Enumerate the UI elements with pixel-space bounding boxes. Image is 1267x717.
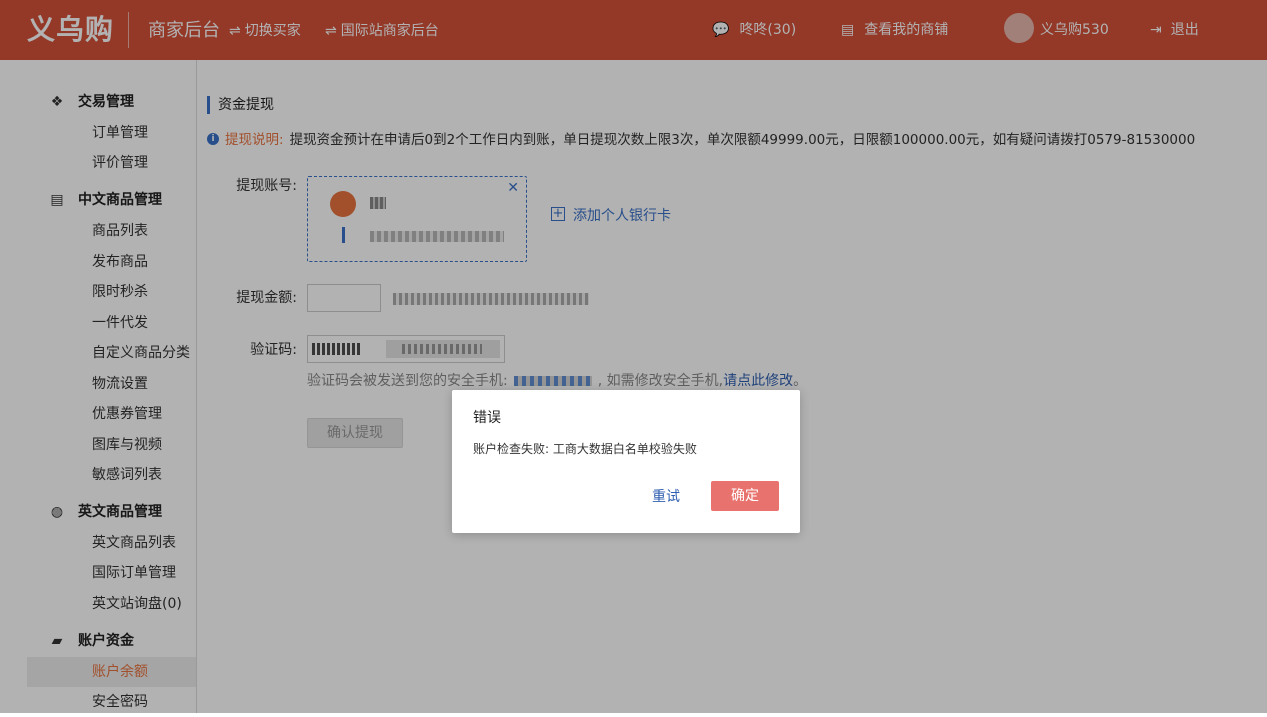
error-dialog: 错误 账户检查失败: 工商大数据白名单校验失败 重试 确定 [452, 390, 800, 533]
retry-button[interactable]: 重试 [634, 482, 698, 512]
dialog-message: 账户检查失败: 工商大数据白名单校验失败 [473, 442, 697, 456]
dialog-title: 错误 [473, 410, 501, 426]
modal-overlay [0, 0, 1267, 713]
ok-button[interactable]: 确定 [711, 481, 779, 511]
